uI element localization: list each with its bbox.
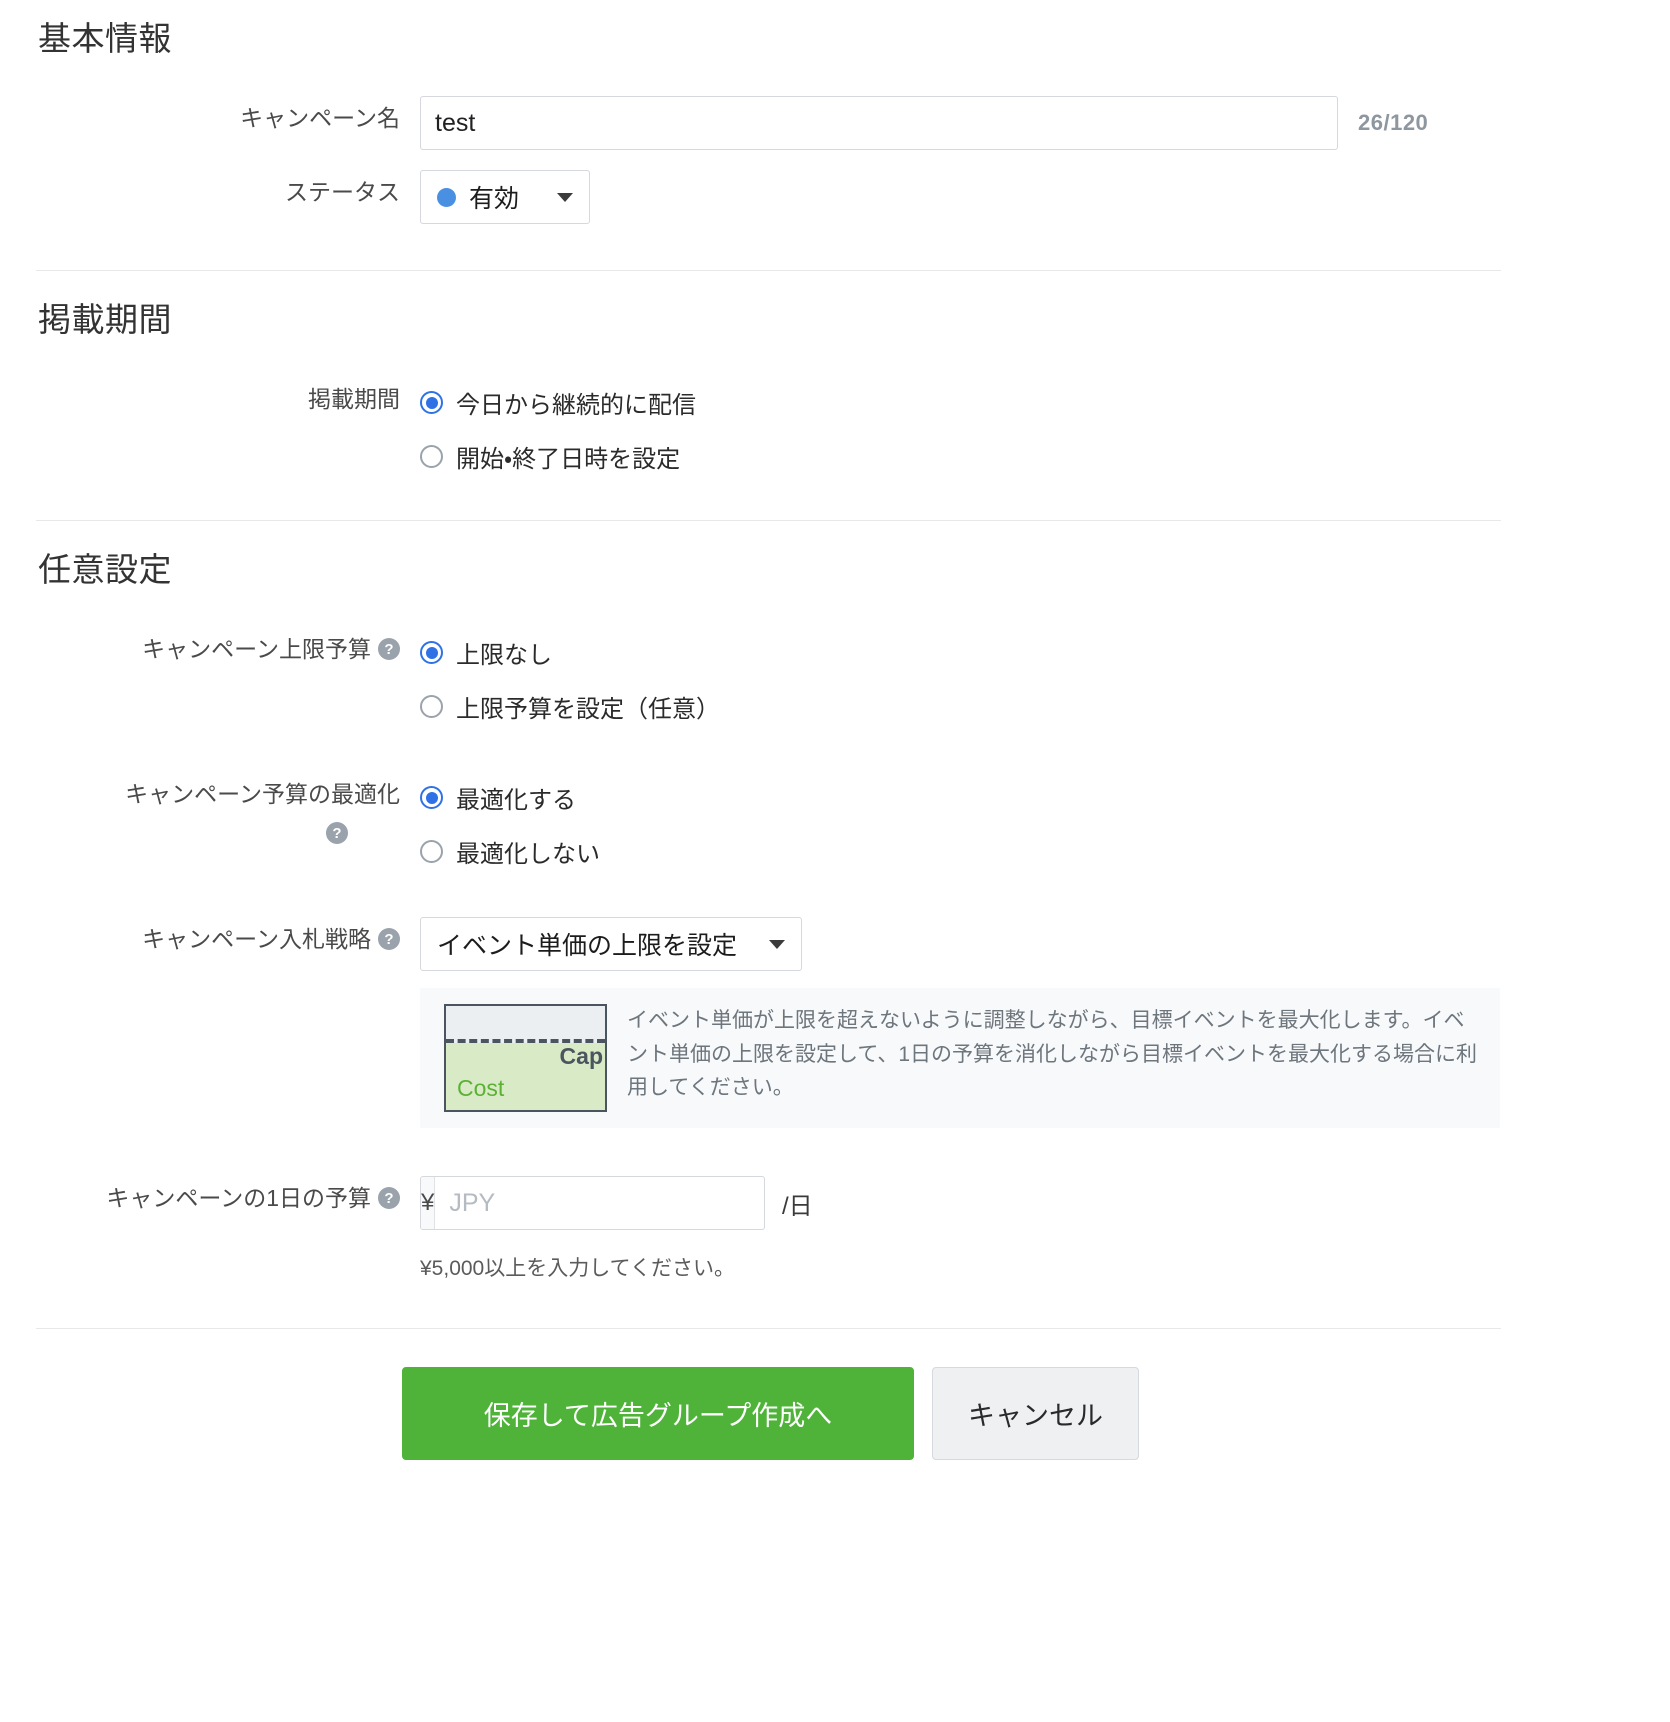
status-active-dot-icon <box>437 188 456 207</box>
row-budget-optimization: キャンペーン予算の最適化 ? 最適化する 最適化しない <box>0 770 1670 869</box>
bid-strategy-info-panel: Cost Cap イベント単価が上限を超えないように調整しながら、目標イベントを… <box>420 988 1500 1128</box>
field-budget-optimization: 最適化する 最適化しない <box>420 770 1670 869</box>
section-optional-settings: 任意設定 キャンペーン上限予算 ? 上限なし 上限予算を設定（任意 <box>0 521 1670 1329</box>
radio-mark-icon <box>420 786 443 809</box>
section-title-basic-info: 基本情報 <box>0 0 1670 60</box>
campaign-name-input[interactable] <box>420 96 1338 150</box>
row-daily-budget: キャンペーンの1日の予算 ? ¥ /日 ¥5,000以上を入力してください。 <box>0 1174 1670 1282</box>
bid-strategy-cost-cap-diagram: Cost Cap <box>444 1004 607 1112</box>
radio-label: 今日から継続的に配信 <box>456 385 696 420</box>
row-bid-strategy: キャンペーン入札戦略 ? イベント単価の上限を設定 Cost Cap イ <box>0 915 1670 1128</box>
help-icon-campaign-cap-budget[interactable]: ? <box>378 638 400 660</box>
field-bid-strategy: イベント単価の上限を設定 Cost Cap イベント単価が上限を超えないように調… <box>420 915 1670 1128</box>
bid-strategy-description: イベント単価が上限を超えないように調整しながら、目標イベントを最大化します。イベ… <box>627 1004 1482 1105</box>
diagram-cost-label: Cost <box>457 1075 504 1102</box>
label-daily-budget-text: キャンペーンの1日の予算 <box>106 1182 371 1214</box>
section-title-delivery-period: 掲載期間 <box>0 271 1670 341</box>
diagram-cap-label: Cap <box>560 1043 603 1070</box>
row-campaign-name: キャンペーン名 26/120 <box>0 94 1670 150</box>
radio-delivery-period-scheduled[interactable]: 開始・終了日時を設定 <box>420 439 1670 474</box>
label-campaign-cap-budget: キャンペーン上限予算 ? <box>0 625 420 665</box>
daily-budget-input[interactable] <box>435 1177 765 1229</box>
label-delivery-period-text: 掲載期間 <box>308 383 400 415</box>
cancel-button[interactable]: キャンセル <box>932 1367 1139 1460</box>
help-icon-daily-budget[interactable]: ? <box>378 1187 400 1209</box>
daily-budget-hint: ¥5,000以上を入力してください。 <box>420 1252 1670 1282</box>
label-delivery-period: 掲載期間 <box>0 375 420 415</box>
field-status: 有効 <box>420 168 1670 224</box>
label-budget-optimization: キャンペーン予算の最適化 ? <box>0 770 420 844</box>
label-campaign-cap-budget-text: キャンペーン上限予算 <box>142 633 371 665</box>
radio-optimize-no[interactable]: 最適化しない <box>420 834 1670 869</box>
delivery-period-radio-group: 今日から継続的に配信 開始・終了日時を設定 <box>420 377 1670 474</box>
row-campaign-cap-budget: キャンペーン上限予算 ? 上限なし 上限予算を設定（任意） <box>0 625 1670 724</box>
label-bid-strategy-text: キャンペーン入札戦略 <box>142 923 371 955</box>
bid-strategy-selected-value: イベント単価の上限を設定 <box>437 926 737 962</box>
label-budget-optimization-text: キャンペーン予算の最適化 <box>125 778 400 810</box>
label-status: ステータス <box>0 168 420 208</box>
radio-mark-icon <box>420 695 443 718</box>
field-campaign-cap-budget: 上限なし 上限予算を設定（任意） <box>420 625 1670 724</box>
field-delivery-period: 今日から継続的に配信 開始・終了日時を設定 <box>420 375 1670 474</box>
field-campaign-name: 26/120 <box>420 94 1670 150</box>
campaign-settings-page: 基本情報 キャンペーン名 26/120 ステータス <box>0 0 1670 1500</box>
chevron-down-icon <box>769 940 785 949</box>
radio-label: 最適化しない <box>456 834 600 869</box>
radio-delivery-period-continuous[interactable]: 今日から継続的に配信 <box>420 385 1670 420</box>
radio-label: 最適化する <box>456 780 576 815</box>
label-campaign-name: キャンペーン名 <box>0 94 420 134</box>
row-delivery-period: 掲載期間 今日から継続的に配信 開始・終了日時を設定 <box>0 375 1670 474</box>
label-campaign-name-text: キャンペーン名 <box>240 102 400 134</box>
campaign-name-counter: 26/120 <box>1358 96 1428 150</box>
help-icon-bid-strategy[interactable]: ? <box>378 928 400 950</box>
label-status-text: ステータス <box>285 176 400 208</box>
label-daily-budget: キャンペーンの1日の予算 ? <box>0 1174 420 1214</box>
chevron-down-icon <box>557 193 573 202</box>
radio-mark-icon <box>420 840 443 863</box>
section-title-optional-settings: 任意設定 <box>0 521 1670 591</box>
bid-strategy-dropdown[interactable]: イベント単価の上限を設定 <box>420 917 802 971</box>
radio-mark-icon <box>420 641 443 664</box>
row-status: ステータス 有効 <box>0 168 1670 224</box>
daily-budget-input-group: ¥ <box>420 1176 765 1230</box>
status-dropdown[interactable]: 有効 <box>420 170 590 224</box>
radio-mark-icon <box>420 391 443 414</box>
section-basic-info: 基本情報 キャンペーン名 26/120 ステータス <box>0 0 1670 271</box>
radio-label: 上限なし <box>456 635 552 670</box>
label-bid-strategy: キャンペーン入札戦略 ? <box>0 915 420 955</box>
radio-label: 上限予算を設定（任意） <box>456 689 720 724</box>
field-daily-budget: ¥ /日 ¥5,000以上を入力してください。 <box>420 1174 1670 1282</box>
status-selected-value: 有効 <box>469 179 519 215</box>
campaign-cap-radio-group: 上限なし 上限予算を設定（任意） <box>420 627 1670 724</box>
help-icon-budget-optimization[interactable]: ? <box>326 822 348 844</box>
daily-budget-suffix: /日 <box>782 1186 813 1221</box>
radio-cap-none[interactable]: 上限なし <box>420 635 1670 670</box>
radio-label: 開始・終了日時を設定 <box>456 439 680 474</box>
save-and-create-adgroup-button[interactable]: 保存して広告グループ作成へ <box>402 1367 914 1460</box>
radio-optimize-yes[interactable]: 最適化する <box>420 780 1670 815</box>
currency-symbol-yen: ¥ <box>421 1177 435 1229</box>
radio-mark-icon <box>420 445 443 468</box>
budget-optimization-radio-group: 最適化する 最適化しない <box>420 772 1670 869</box>
radio-cap-set[interactable]: 上限予算を設定（任意） <box>420 689 1670 724</box>
form-action-bar: 保存して広告グループ作成へ キャンセル <box>0 1329 1670 1500</box>
section-delivery-period: 掲載期間 掲載期間 今日から継続的に配信 開始・終了日時を設定 <box>0 271 1670 521</box>
